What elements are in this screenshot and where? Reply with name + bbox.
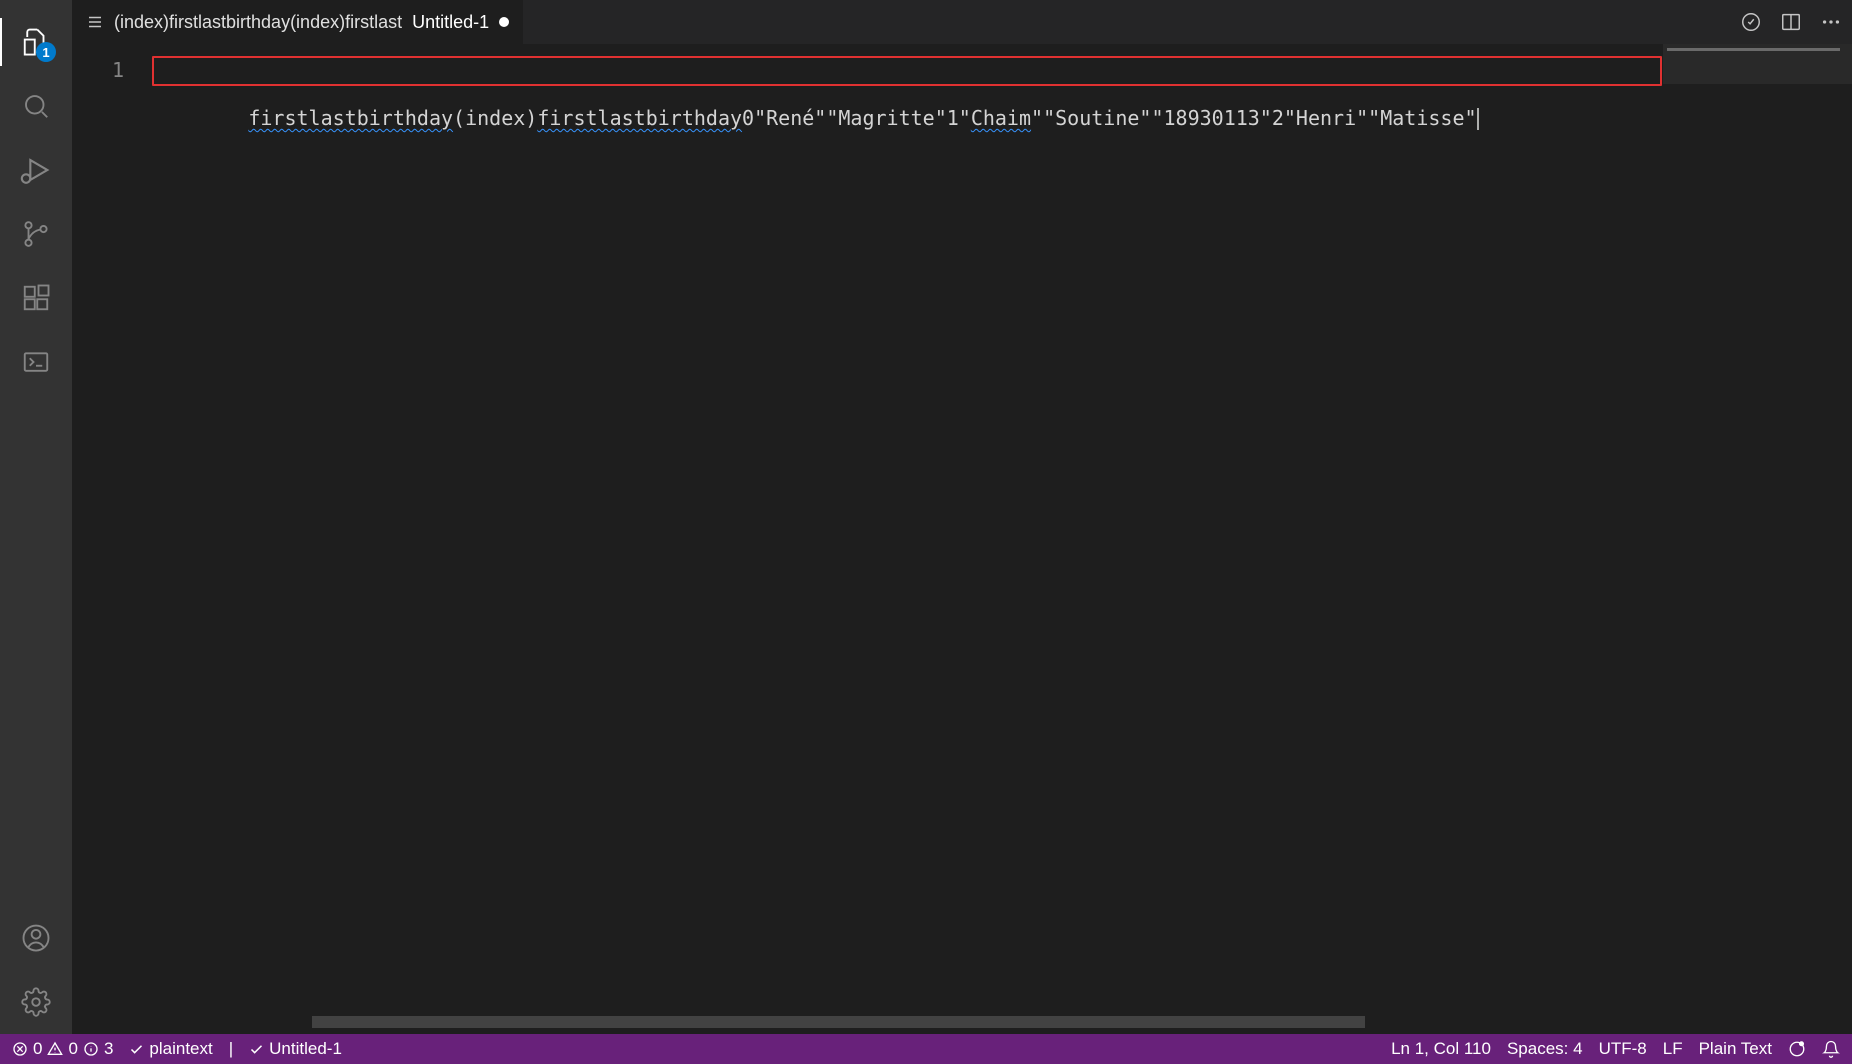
check-plaintext[interactable]: plaintext xyxy=(129,1039,212,1059)
separator: | xyxy=(229,1039,233,1059)
eol[interactable]: LF xyxy=(1663,1039,1683,1059)
tab-breadcrumb: (index)firstlastbirthday(index)firstlast xyxy=(114,12,402,33)
language-mode[interactable]: Plain Text xyxy=(1699,1039,1772,1059)
split-editor-icon[interactable] xyxy=(1780,11,1802,33)
status-bar: 0 0 3 plaintext | Untitled-1 Ln 1, Col 1… xyxy=(0,1034,1852,1064)
list-icon xyxy=(86,13,104,31)
line-gutter: 1 xyxy=(72,44,152,1034)
tab-filename: Untitled-1 xyxy=(412,12,489,33)
search-icon[interactable] xyxy=(12,82,60,130)
accounts-icon[interactable] xyxy=(12,914,60,962)
selection-highlight xyxy=(152,56,1662,86)
editor-tab[interactable]: (index)firstlastbirthday(index)firstlast… xyxy=(72,0,523,44)
explorer-icon[interactable]: 1 xyxy=(12,18,60,66)
code-area[interactable]: firstlastbirthday(index)firstlastbirthda… xyxy=(152,44,1662,1034)
check-untitled[interactable]: Untitled-1 xyxy=(249,1039,342,1059)
extensions-icon[interactable] xyxy=(12,274,60,322)
indentation[interactable]: Spaces: 4 xyxy=(1507,1039,1583,1059)
more-actions-icon[interactable] xyxy=(1820,11,1842,33)
editor-body[interactable]: 1 firstlastbirthday(index)firstlastbirth… xyxy=(72,44,1852,1034)
notifications-icon[interactable] xyxy=(1822,1040,1840,1058)
unsaved-dot-icon xyxy=(499,17,509,27)
activity-bar: 1 xyxy=(0,0,72,1034)
compare-changes-icon[interactable] xyxy=(1740,11,1762,33)
tab-bar: (index)firstlastbirthday(index)firstlast… xyxy=(72,0,1852,44)
line-number: 1 xyxy=(72,58,124,82)
editor-pane: (index)firstlastbirthday(index)firstlast… xyxy=(72,0,1852,1034)
text-cursor xyxy=(1477,108,1479,130)
source-control-icon[interactable] xyxy=(12,210,60,258)
minimap[interactable] xyxy=(1662,44,1852,1034)
run-debug-icon[interactable] xyxy=(12,146,60,194)
code-line: firstlastbirthday(index)firstlastbirthda… xyxy=(248,106,1478,130)
explorer-badge: 1 xyxy=(36,42,56,62)
tab-actions xyxy=(1740,11,1842,33)
settings-gear-icon[interactable] xyxy=(12,978,60,1026)
encoding[interactable]: UTF-8 xyxy=(1599,1039,1647,1059)
horizontal-scrollbar[interactable] xyxy=(312,1016,1662,1028)
terminal-panel-icon[interactable] xyxy=(12,338,60,386)
cursor-position[interactable]: Ln 1, Col 110 xyxy=(1391,1039,1491,1059)
scrollbar-thumb[interactable] xyxy=(312,1016,1365,1028)
minimap-content xyxy=(1667,48,1840,51)
feedback-icon[interactable] xyxy=(1788,1040,1806,1058)
problems-status[interactable]: 0 0 3 xyxy=(12,1039,113,1059)
